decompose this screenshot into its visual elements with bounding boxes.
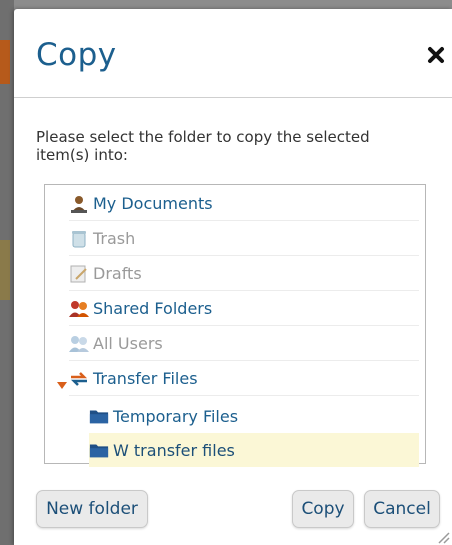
folder-icon <box>89 406 109 426</box>
instruction-text: Please select the folder to copy the sel… <box>36 128 370 164</box>
tree-item-trash: Trash <box>69 222 419 256</box>
background-accent <box>0 40 10 84</box>
tree-item-label: W transfer files <box>113 440 235 460</box>
tree-item-label: Transfer Files <box>93 369 198 388</box>
tree-item-label: All Users <box>93 334 163 353</box>
expand-caret-icon[interactable] <box>57 382 67 389</box>
tree-item-shared-folders[interactable]: Shared Folders <box>69 292 419 326</box>
tree-item-temporary-files[interactable]: Temporary Files <box>89 399 419 433</box>
copy-button[interactable]: Copy <box>292 490 354 528</box>
resize-grip-icon[interactable] <box>436 529 450 544</box>
folder-icon <box>89 440 109 460</box>
drafts-icon <box>69 264 89 284</box>
copy-dialog: Copy Please select the folder to copy th… <box>14 9 452 545</box>
cancel-button[interactable]: Cancel <box>364 490 440 528</box>
users-icon <box>69 334 89 354</box>
tree-item-label: My Documents <box>93 194 213 213</box>
background-accent <box>0 240 10 300</box>
tree-item-label: Trash <box>93 229 136 248</box>
tree-item-all-users: All Users <box>69 327 419 361</box>
transfer-icon <box>69 369 89 389</box>
tree-item-w-transfer-files[interactable]: W transfer files <box>89 433 419 467</box>
dialog-title: Copy <box>36 37 117 73</box>
folder-tree: My Documents Trash Drafts Shared Folders <box>44 184 426 467</box>
tree-item-label: Drafts <box>93 264 142 283</box>
tree-item-my-documents[interactable]: My Documents <box>69 187 419 221</box>
new-folder-button[interactable]: New folder <box>36 490 148 528</box>
tree-item-label: Temporary Files <box>113 406 239 426</box>
tree-item-drafts: Drafts <box>69 257 419 291</box>
trash-icon <box>69 229 89 249</box>
dialog-header: Copy <box>14 9 452 98</box>
close-icon[interactable] <box>424 43 448 67</box>
tree-item-label: Shared Folders <box>93 299 213 318</box>
user-icon <box>69 194 89 214</box>
shared-users-icon <box>69 299 89 319</box>
tree-item-transfer-files[interactable]: Transfer Files <box>69 362 419 396</box>
